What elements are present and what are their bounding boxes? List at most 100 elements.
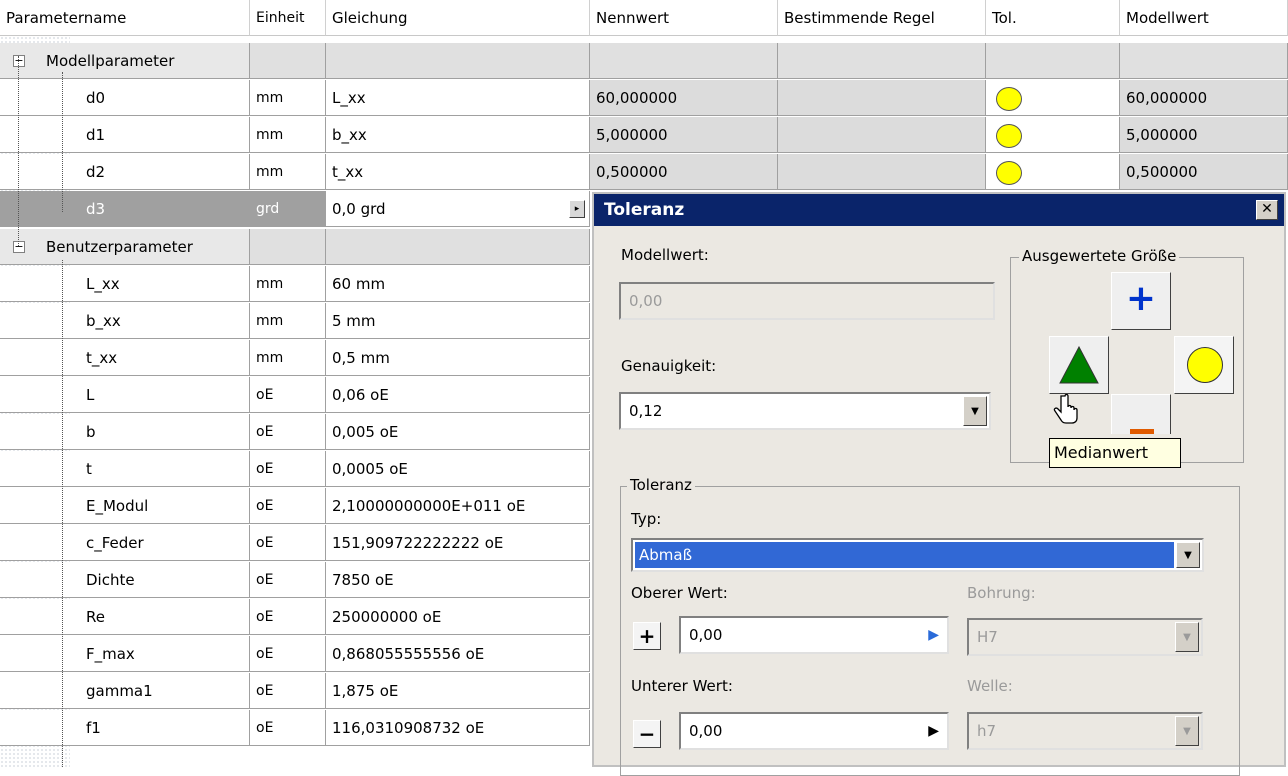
col-header-name[interactable]: Parametername <box>0 0 250 36</box>
param-name: f1 <box>86 719 101 737</box>
unit-cell: grd <box>250 191 326 227</box>
equation-cell[interactable]: 0,5 mm <box>326 340 590 376</box>
name-cell: b <box>0 414 250 450</box>
param-name: F_max <box>86 645 135 663</box>
name-cell: F_max <box>0 636 250 672</box>
param-name: d3 <box>86 200 106 218</box>
col-header-tol[interactable]: Tol. <box>986 0 1120 36</box>
col-header-nominal[interactable]: Nennwert <box>590 0 778 36</box>
equation-cell[interactable]: 0,0005 oE <box>326 451 590 487</box>
equation-cell[interactable]: 7850 oE <box>326 562 590 598</box>
equation-combo[interactable]: 0,0 grd ▸ <box>326 191 590 227</box>
collapse-toggle[interactable]: − <box>13 55 25 67</box>
rule-cell <box>778 154 986 190</box>
lower-limit-button[interactable] <box>1111 394 1171 434</box>
equation-cell[interactable]: b_xx <box>326 117 590 153</box>
unit-cell: oE <box>250 710 326 746</box>
name-cell: gamma1 <box>0 673 250 709</box>
name-cell: d1 <box>0 117 250 153</box>
upper-value-input[interactable]: 0,00 ▶ <box>679 616 949 654</box>
chevron-down-icon[interactable]: ▼ <box>963 396 987 426</box>
table-row[interactable]: d0 mm L_xx 60,000000 60,000000 <box>0 80 1288 117</box>
type-label: Typ: <box>631 510 662 528</box>
tol-cell[interactable] <box>986 117 1120 153</box>
lower-value: 0,00 <box>689 722 723 740</box>
name-cell: d0 <box>0 80 250 116</box>
median-tolerance-icon[interactable] <box>996 87 1022 111</box>
upper-value: 0,00 <box>689 626 723 644</box>
dialog-titlebar[interactable]: Toleranz ✕ <box>594 194 1284 226</box>
nominal-button[interactable] <box>1174 336 1234 394</box>
equation-cell[interactable]: 5 mm <box>326 303 590 339</box>
type-select[interactable]: Abmaß ▼ <box>631 538 1204 572</box>
plus-sign-button[interactable]: + <box>633 622 661 650</box>
chevron-down-icon: ▼ <box>1175 716 1199 746</box>
tolerance-dialog: Toleranz ✕ Modellwert: 0,00 Genauigkeit:… <box>592 192 1286 776</box>
group-cell <box>250 43 326 79</box>
equation-cell[interactable]: 1,875 oE <box>326 673 590 709</box>
equation-value: 0,0 grd <box>332 200 386 218</box>
tol-cell[interactable] <box>986 80 1120 116</box>
unit-cell: mm <box>250 266 326 302</box>
equation-cell[interactable]: 2,10000000000E+011 oE <box>326 488 590 524</box>
tree-line <box>62 72 63 212</box>
header-row: Parametername Einheit Gleichung Nennwert… <box>0 0 1288 37</box>
equation-cell[interactable]: 116,0310908732 oE <box>326 710 590 746</box>
lower-value-input[interactable]: 0,00 ▶ <box>679 712 949 750</box>
name-cell: E_Modul <box>0 488 250 524</box>
collapse-toggle[interactable]: − <box>13 241 25 253</box>
dropdown-arrow-icon[interactable]: ▸ <box>569 200 585 218</box>
equation-cell[interactable]: 0,06 oE <box>326 377 590 413</box>
upper-limit-button[interactable]: + <box>1111 272 1171 330</box>
equation-cell[interactable]: 151,909722222222 oE <box>326 525 590 561</box>
median-button[interactable] <box>1049 336 1109 394</box>
unit-cell: oE <box>250 377 326 413</box>
table-row[interactable]: d1 mm b_xx 5,000000 5,000000 <box>0 117 1288 154</box>
bore-label: Bohrung: <box>967 584 1036 602</box>
upper-value-label: Oberer Wert: <box>631 584 728 602</box>
equation-cell[interactable]: t_xx <box>326 154 590 190</box>
col-header-model[interactable]: Modellwert <box>1120 0 1288 36</box>
minus-sign-button[interactable]: − <box>633 720 661 748</box>
nominal-cell: 5,000000 <box>590 117 778 153</box>
equation-cell[interactable]: 60 mm <box>326 266 590 302</box>
param-name: b_xx <box>86 312 121 330</box>
model-cell: 0,500000 <box>1120 154 1288 190</box>
median-tolerance-icon[interactable] <box>996 161 1022 185</box>
col-header-rule[interactable]: Bestimmende Regel <box>778 0 986 36</box>
model-cell: 5,000000 <box>1120 117 1288 153</box>
unit-cell: oE <box>250 451 326 487</box>
group-cell <box>778 43 986 79</box>
chevron-down-icon[interactable]: ▼ <box>1176 542 1200 568</box>
equation-cell[interactable]: 0,005 oE <box>326 414 590 450</box>
arrow-right-icon[interactable]: ▶ <box>928 618 939 652</box>
median-tolerance-icon[interactable] <box>996 124 1022 148</box>
name-cell: Dichte <box>0 562 250 598</box>
name-cell: L_xx <box>0 266 250 302</box>
name-cell: c_Feder <box>0 525 250 561</box>
table-row[interactable]: d2 mm t_xx 0,500000 0,500000 <box>0 154 1288 191</box>
equation-cell[interactable]: 0,868055555556 oE <box>326 636 590 672</box>
precision-select[interactable]: 0,12 ▼ <box>619 392 991 430</box>
group-row-model: − Modellparameter <box>0 43 1288 80</box>
lower-value-label: Unterer Wert: <box>631 677 733 695</box>
equation-cell[interactable]: 250000000 oE <box>326 599 590 635</box>
param-name: d1 <box>86 126 106 144</box>
unit-cell: oE <box>250 599 326 635</box>
arrow-right-icon[interactable]: ▶ <box>928 714 939 748</box>
group-label: Modellparameter <box>46 52 175 70</box>
group-cell <box>326 229 590 265</box>
rule-cell <box>778 117 986 153</box>
dialog-title: Toleranz <box>604 200 685 220</box>
rule-cell <box>778 80 986 116</box>
nominal-cell: 0,500000 <box>590 154 778 190</box>
col-header-equation[interactable]: Gleichung <box>326 0 590 36</box>
nominal-cell: 60,000000 <box>590 80 778 116</box>
param-name: L <box>86 386 95 404</box>
evaluated-size-label: Ausgewertete Größe <box>1019 247 1180 265</box>
group-label: Benutzerparameter <box>46 238 193 256</box>
tol-cell[interactable] <box>986 154 1120 190</box>
equation-cell[interactable]: L_xx <box>326 80 590 116</box>
col-header-unit[interactable]: Einheit <box>250 0 326 36</box>
close-icon[interactable]: ✕ <box>1256 200 1278 220</box>
